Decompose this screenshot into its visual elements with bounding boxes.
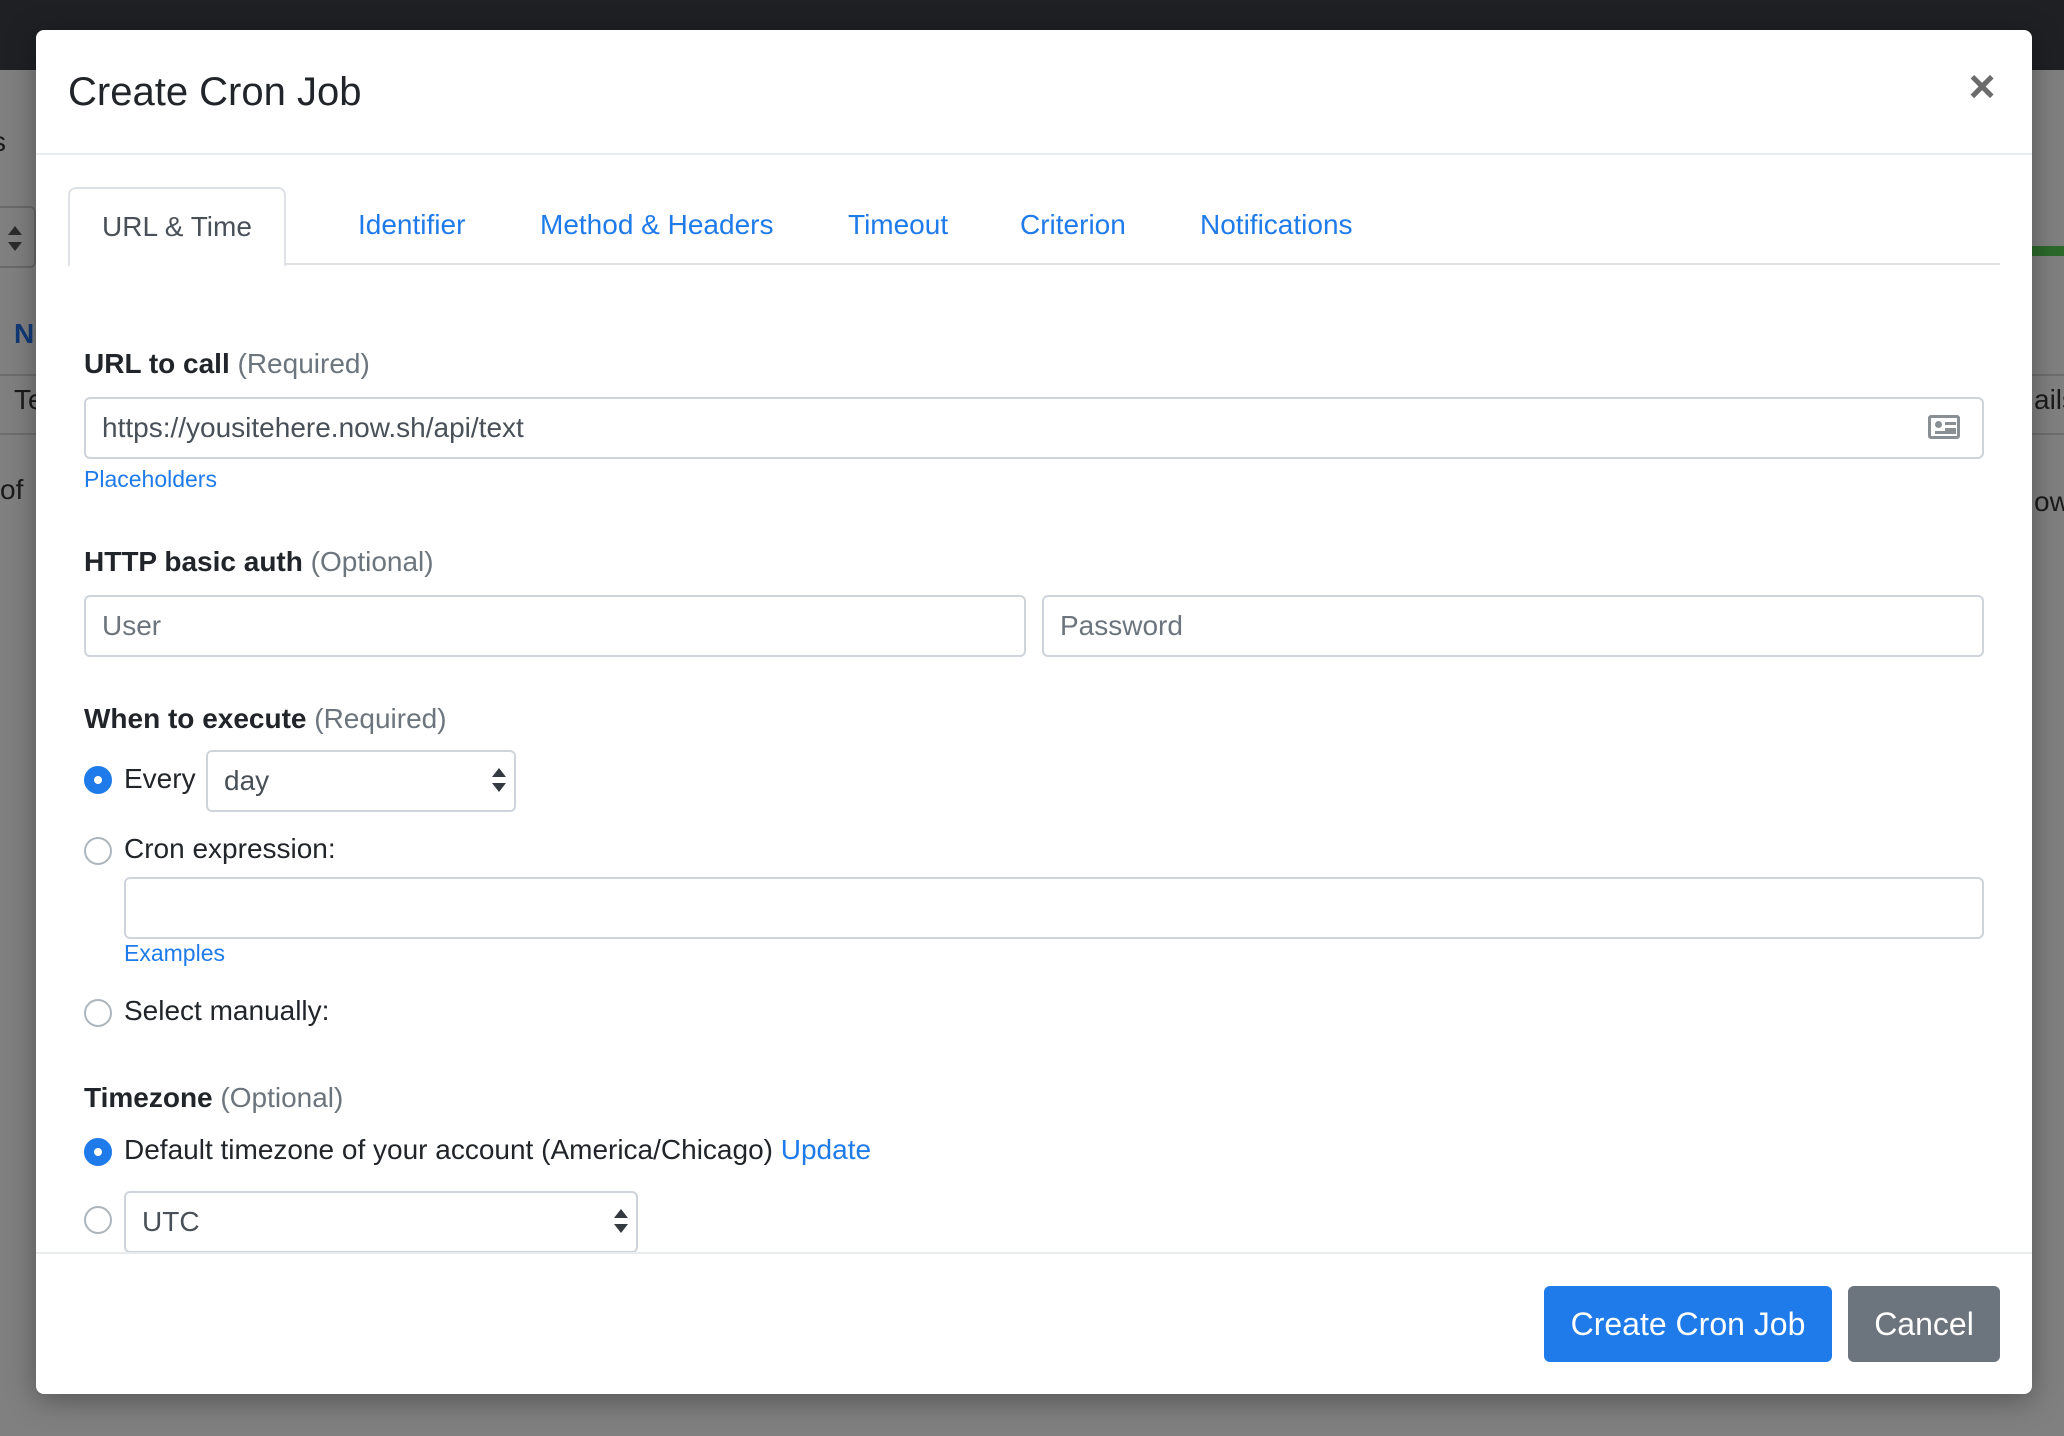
every-label: Every bbox=[124, 763, 196, 794]
select-manually-radio[interactable] bbox=[84, 999, 112, 1027]
cron-expression-radio[interactable] bbox=[84, 837, 112, 865]
modal-header: Create Cron Job × bbox=[36, 30, 2032, 155]
custom-timezone-radio[interactable] bbox=[84, 1206, 112, 1234]
timezone-optional-hint: (Optional) bbox=[220, 1082, 344, 1113]
background-text: ow bbox=[2034, 486, 2064, 517]
every-interval-select[interactable]: day bbox=[206, 750, 516, 812]
background-select bbox=[0, 206, 36, 268]
modal-body: URL & Time Identifier Method & Headers T… bbox=[36, 155, 2032, 1285]
tab-identifier[interactable]: Identifier bbox=[358, 187, 465, 265]
create-cron-job-button[interactable]: Create Cron Job bbox=[1544, 1286, 1832, 1362]
execute-label: When to execute (Required) bbox=[84, 703, 447, 735]
default-timezone-radio[interactable] bbox=[84, 1138, 112, 1166]
chevron-up-icon bbox=[614, 1209, 628, 1218]
background-text: N bbox=[14, 318, 35, 349]
tab-url-time[interactable]: URL & Time bbox=[68, 187, 286, 267]
url-label-text: URL to call bbox=[84, 348, 230, 379]
auth-optional-hint: (Optional) bbox=[310, 546, 434, 577]
placeholders-link[interactable]: Placeholders bbox=[84, 466, 217, 493]
tab-method-headers[interactable]: Method & Headers bbox=[540, 187, 773, 265]
auth-label-text: HTTP basic auth bbox=[84, 546, 303, 577]
url-input[interactable] bbox=[84, 397, 1984, 459]
auth-label: HTTP basic auth (Optional) bbox=[84, 546, 434, 578]
auth-user-input[interactable] bbox=[84, 595, 1026, 657]
background-text: s bbox=[0, 126, 6, 158]
chevron-down-icon bbox=[8, 242, 22, 251]
modal-footer: Create Cron Job Cancel bbox=[36, 1252, 2032, 1394]
timezone-label-text: Timezone bbox=[84, 1082, 213, 1113]
url-input-group bbox=[84, 397, 1984, 459]
background-progress bbox=[2032, 246, 2064, 256]
chevron-up-icon bbox=[8, 226, 22, 235]
cron-expression-label: Cron expression: bbox=[124, 833, 336, 864]
tab-bar: URL & Time Identifier Method & Headers T… bbox=[68, 187, 2000, 267]
cancel-button[interactable]: Cancel bbox=[1848, 1286, 2000, 1362]
auth-password-input[interactable] bbox=[1042, 595, 1984, 657]
tab-criterion[interactable]: Criterion bbox=[1020, 187, 1126, 265]
background-divider bbox=[0, 433, 40, 435]
select-manually-label: Select manually: bbox=[124, 995, 330, 1026]
background-divider bbox=[2032, 374, 2064, 376]
chevron-up-icon bbox=[492, 768, 506, 777]
url-required-hint: (Required) bbox=[237, 348, 370, 379]
background-divider bbox=[0, 374, 40, 376]
modal-title: Create Cron Job bbox=[68, 70, 362, 114]
close-icon[interactable]: × bbox=[1960, 63, 2004, 110]
timezone-label: Timezone (Optional) bbox=[84, 1082, 343, 1114]
every-radio[interactable] bbox=[84, 766, 112, 794]
examples-link[interactable]: Examples bbox=[124, 940, 225, 967]
background-text: of bbox=[0, 474, 24, 505]
cron-expression-input[interactable] bbox=[124, 877, 1984, 939]
background-text: ails bbox=[2034, 384, 2064, 415]
tab-timeout[interactable]: Timeout bbox=[848, 187, 948, 265]
url-label: URL to call (Required) bbox=[84, 348, 370, 380]
timezone-select[interactable]: UTC bbox=[124, 1191, 638, 1253]
execute-label-text: When to execute bbox=[84, 703, 307, 734]
default-timezone-label: Default timezone of your account (Americ… bbox=[124, 1134, 871, 1166]
every-interval-value: day bbox=[224, 765, 270, 796]
chevron-down-icon bbox=[614, 1224, 628, 1233]
address-card-icon[interactable] bbox=[1928, 415, 1960, 439]
update-timezone-link[interactable]: Update bbox=[781, 1134, 871, 1165]
create-cron-job-modal: Create Cron Job × URL & Time Identifier … bbox=[36, 30, 2032, 1394]
chevron-down-icon bbox=[492, 783, 506, 792]
background-divider bbox=[2032, 433, 2064, 435]
timezone-select-value: UTC bbox=[142, 1206, 200, 1237]
default-timezone-text: Default timezone of your account (Americ… bbox=[124, 1134, 773, 1165]
tab-notifications[interactable]: Notifications bbox=[1200, 187, 1353, 265]
execute-required-hint: (Required) bbox=[314, 703, 447, 734]
